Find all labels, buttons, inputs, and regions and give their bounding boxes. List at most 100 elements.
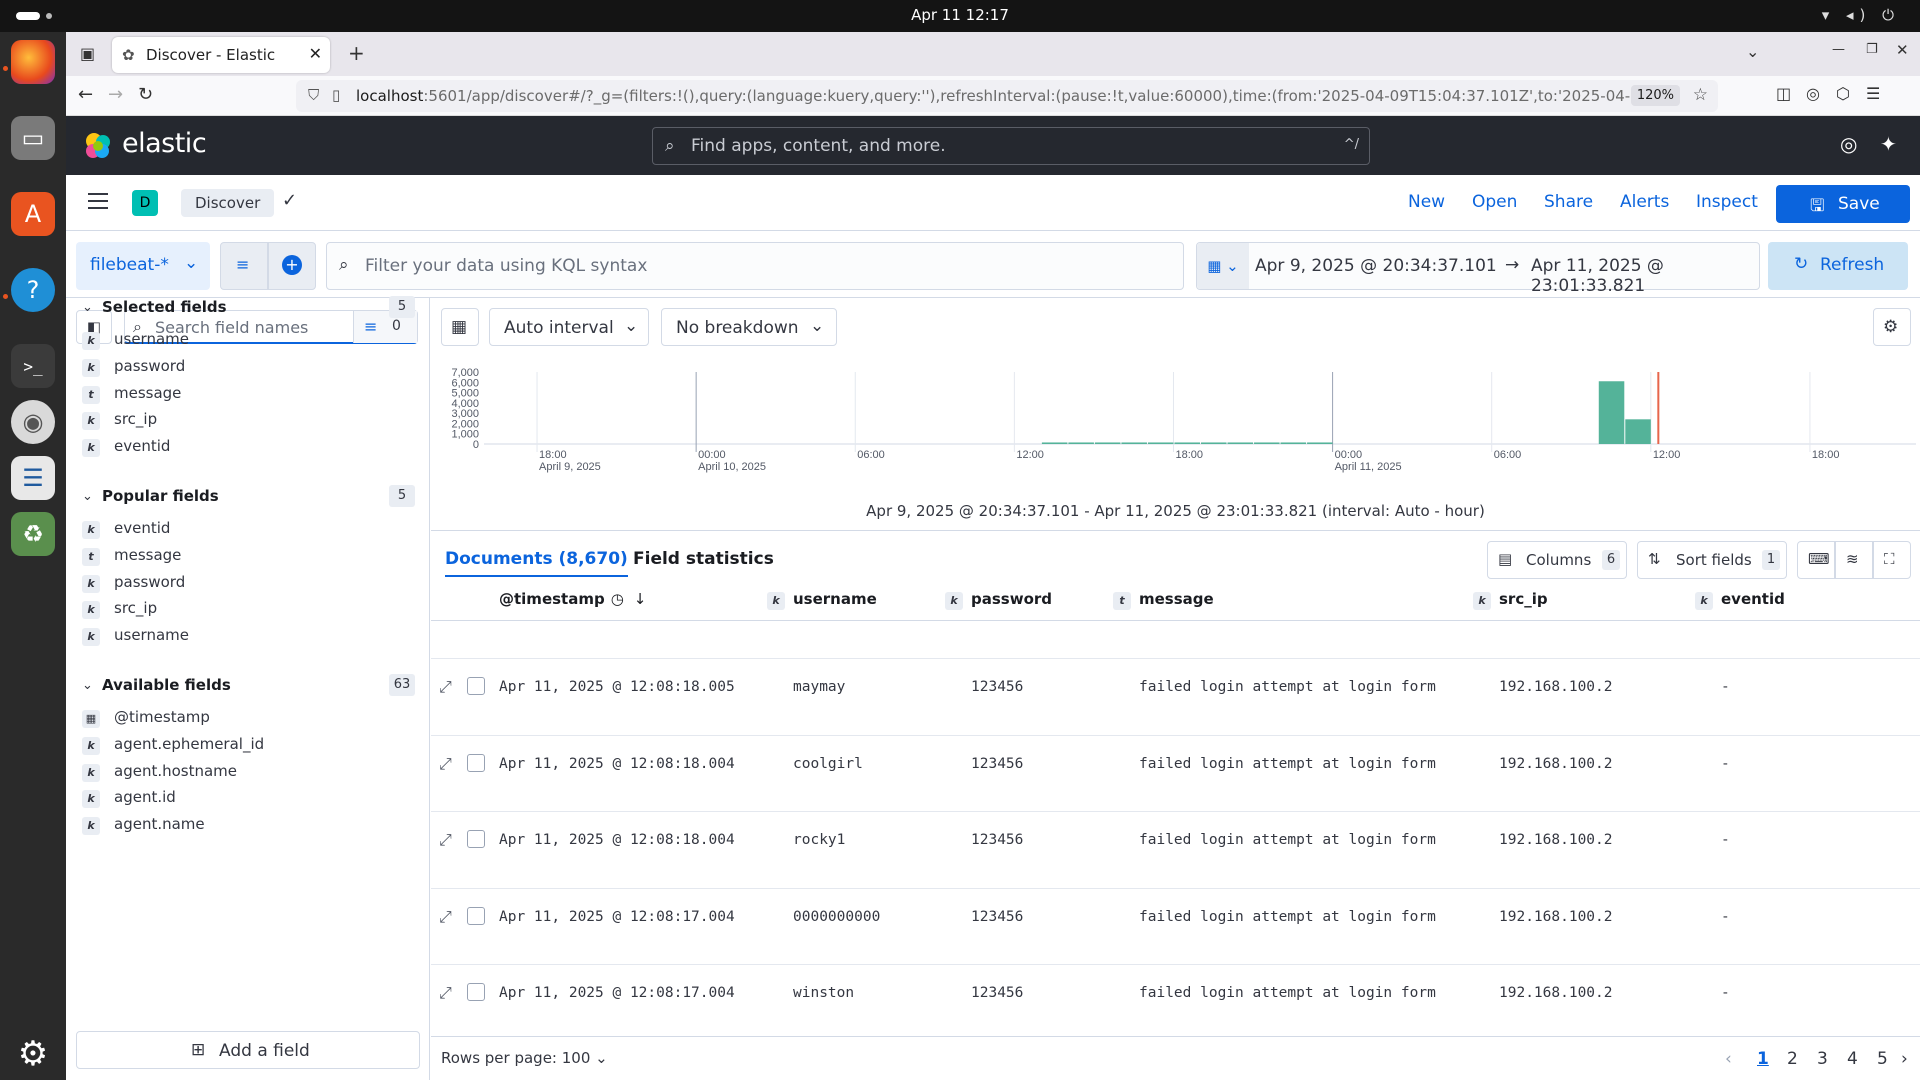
field-item[interactable]: ▦ @timestamp — [82, 708, 210, 734]
open-link[interactable]: Open — [1472, 192, 1517, 212]
selected-fields-title[interactable]: Selected fields — [102, 298, 227, 316]
tab-field-statistics[interactable]: Field statistics — [633, 549, 774, 569]
page-link[interactable]: 2 — [1787, 1049, 1798, 1069]
histogram-bar[interactable] — [1041, 442, 1068, 444]
sort-fields-button[interactable]: ⇅ Sort fields 1 — [1637, 541, 1787, 579]
chart-options-button[interactable]: ⚙ — [1873, 308, 1911, 346]
page-link[interactable]: 5 — [1877, 1049, 1888, 1069]
histogram-chart[interactable]: 7,0006,0005,0004,0003,0002,0001,000018:0… — [431, 360, 1920, 510]
prev-page-icon[interactable]: ‹ — [1725, 1049, 1732, 1069]
table-row[interactable]: ⤢ Apr 11, 2025 @ 12:08:17.004 0000000000 12… — [431, 887, 1920, 964]
breakdown-select[interactable]: No breakdown ⌄ — [661, 308, 837, 346]
histogram-bar[interactable] — [1174, 442, 1200, 444]
back-icon[interactable]: ← — [78, 84, 93, 105]
histogram-bar[interactable] — [1598, 381, 1625, 444]
breadcrumb[interactable]: Discover — [181, 189, 275, 217]
keyboard-shortcuts-button[interactable]: ⌨ — [1797, 541, 1835, 579]
columns-button[interactable]: ▤ Columns 6 — [1487, 541, 1627, 579]
zoom-level[interactable]: 120% — [1630, 85, 1680, 106]
available-fields-title[interactable]: Available fields — [102, 676, 231, 694]
extensions-icon[interactable]: ⬡ — [1836, 84, 1850, 103]
sort-desc-icon[interactable]: ↓ — [634, 590, 647, 608]
url-text[interactable]: localhost:5601/app/discover#/?_g=(filter… — [356, 87, 1646, 105]
system-clock[interactable]: Apr 11 12:17 — [0, 6, 1920, 24]
share-link[interactable]: Share — [1544, 192, 1593, 212]
row-checkbox[interactable] — [467, 830, 485, 848]
bookmark-star-icon[interactable]: ☆ — [1693, 85, 1708, 105]
text-editor-icon[interactable]: ☰ — [11, 456, 55, 500]
nav-menu-icon[interactable] — [88, 193, 108, 209]
expand-row-icon[interactable]: ⤢ — [439, 907, 452, 927]
minimize-icon[interactable]: — — [1832, 42, 1845, 57]
reload-icon[interactable]: ↻ — [138, 84, 153, 105]
row-checkbox[interactable] — [467, 983, 485, 1001]
new-tab-icon[interactable]: + — [348, 41, 365, 65]
histogram-bar[interactable] — [1121, 442, 1147, 444]
histogram-bar[interactable] — [1227, 442, 1254, 444]
maximize-icon[interactable]: ❐ — [1866, 42, 1878, 57]
row-checkbox[interactable] — [467, 753, 485, 772]
display-settings-button[interactable]: ≋ — [1835, 541, 1873, 579]
row-checkbox[interactable] — [467, 906, 485, 925]
column-header[interactable]: k eventid — [1695, 590, 1785, 610]
date-picker[interactable]: ▦ ⌄ Apr 9, 2025 @ 20:34:37.101 → Apr 11,… — [1196, 242, 1760, 296]
end-date[interactable]: Apr 11, 2025 @ 23:01:33.821 — [1531, 256, 1759, 296]
shield-icon[interactable]: ⛉ — [308, 86, 319, 104]
trash-icon[interactable]: ♻ — [11, 512, 55, 556]
forward-icon[interactable]: → — [108, 84, 123, 105]
pocket-icon[interactable]: ◫ — [1776, 84, 1791, 103]
files-icon[interactable]: ▭ — [11, 116, 55, 160]
table-row[interactable]: ⤢ Apr 11, 2025 @ 12:08:18.004 coolgirl 1234… — [431, 734, 1920, 811]
add-filter-button[interactable]: + — [268, 242, 316, 290]
page-link[interactable]: 3 — [1817, 1049, 1828, 1069]
field-item[interactable]: k agent.ephemeral_id — [82, 735, 264, 761]
field-item[interactable]: k eventid — [82, 437, 170, 463]
browser-tab[interactable]: ✿ Discover - Elastic ✕ — [112, 37, 330, 73]
filter-menu-button[interactable]: ≡ — [220, 242, 268, 290]
histogram-bar[interactable] — [1625, 419, 1651, 444]
column-header[interactable]: k src_ip — [1473, 590, 1548, 610]
interval-select[interactable]: Auto interval ⌄ — [489, 308, 649, 346]
chevron-down-icon[interactable]: ⌄ — [82, 300, 93, 315]
add-field-button[interactable]: ⊞ Add a field — [76, 1031, 420, 1069]
inspect-link[interactable]: Inspect — [1696, 192, 1758, 212]
page-info-icon[interactable]: ▯ — [332, 86, 340, 104]
tab-overview-icon[interactable]: ▣ — [80, 44, 95, 63]
column-header[interactable]: k username — [767, 590, 877, 610]
table-row[interactable]: ⤢ Apr 11, 2025 @ 12:08:18.004 rocky1 123456… — [431, 811, 1920, 887]
field-item[interactable]: k password — [82, 357, 185, 383]
tab-list-icon[interactable]: ⌄ — [1746, 42, 1759, 61]
page-link[interactable]: 1 — [1757, 1049, 1769, 1069]
chevron-down-icon[interactable]: ⌄ — [82, 678, 93, 693]
help-menu-icon[interactable]: ◎ — [1840, 132, 1857, 156]
histogram-bar[interactable] — [1280, 442, 1307, 444]
save-button[interactable]: 🖫 Save — [1776, 185, 1910, 223]
data-view-picker[interactable]: filebeat-* ⌄ — [76, 242, 210, 290]
help-icon[interactable]: ? — [11, 268, 55, 312]
start-date[interactable]: Apr 9, 2025 @ 20:34:37.101 — [1255, 256, 1497, 276]
show-apps-icon[interactable]: ⚙ — [11, 1032, 55, 1076]
row-checkbox[interactable] — [467, 677, 485, 695]
field-item[interactable]: k src_ip — [82, 410, 157, 436]
field-item[interactable]: k agent.name — [82, 815, 205, 841]
close-window-icon[interactable]: ✕ — [1896, 41, 1909, 59]
elastic-logo[interactable]: elastic — [82, 128, 207, 166]
field-item[interactable]: k eventid — [82, 519, 170, 545]
column-header[interactable]: k password — [945, 590, 1052, 610]
field-item[interactable]: t message — [82, 384, 181, 410]
space-avatar[interactable]: D — [132, 190, 158, 216]
disc-icon[interactable]: ◉ — [11, 400, 55, 444]
popular-fields-title[interactable]: Popular fields — [102, 487, 219, 505]
close-tab-icon[interactable]: ✕ — [309, 44, 322, 63]
histogram-bar[interactable] — [1068, 442, 1094, 444]
chevron-down-icon[interactable]: ⌄ — [82, 489, 93, 504]
refresh-button[interactable]: ↻ Refresh — [1768, 242, 1908, 290]
software-center-icon[interactable]: A — [11, 192, 55, 236]
page-link[interactable]: 4 — [1847, 1049, 1858, 1069]
histogram-bar[interactable] — [1254, 442, 1280, 444]
tab-documents[interactable]: Documents (8,670) — [445, 549, 628, 577]
global-search[interactable]: ⌕ Find apps, content, and more. ^/ — [652, 127, 1370, 165]
fullscreen-button[interactable]: ⛶ — [1873, 541, 1911, 579]
calendar-icon[interactable]: ▦ ⌄ — [1197, 243, 1249, 289]
column-header[interactable]: t message — [1113, 590, 1214, 610]
